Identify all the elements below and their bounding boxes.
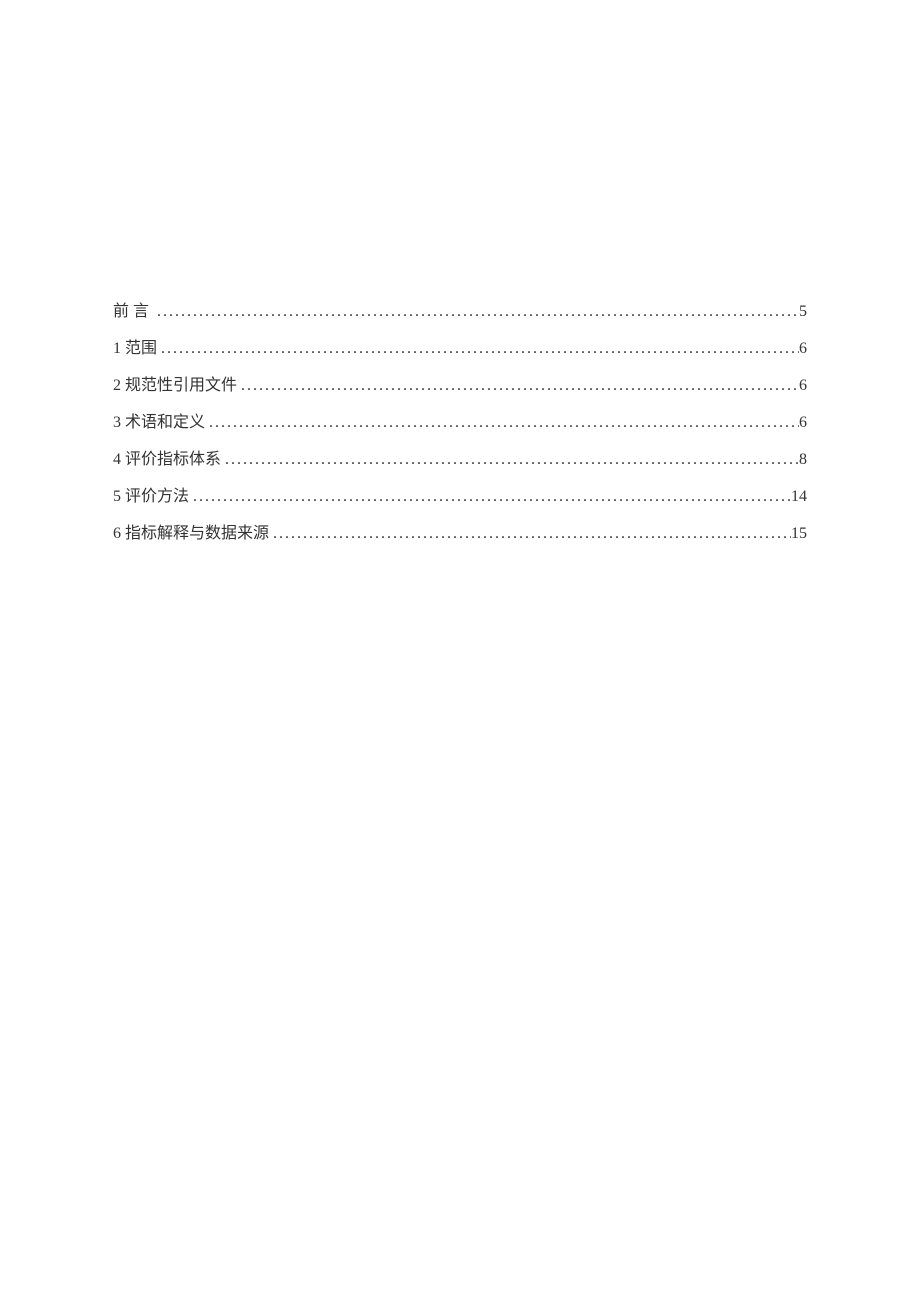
toc-entry-page: 6 bbox=[799, 337, 807, 361]
toc-entry-label: 2 规范性引用文件 bbox=[113, 374, 237, 398]
toc-entry: 6 指标解释与数据来源 15 bbox=[113, 522, 807, 546]
toc-dot-leader bbox=[157, 337, 799, 361]
toc-entry-page: 5 bbox=[799, 300, 807, 324]
toc-dot-leader bbox=[189, 485, 791, 509]
toc-entry-label: 前言 bbox=[113, 300, 153, 324]
toc-entry-label: 4 评价指标体系 bbox=[113, 448, 221, 472]
toc-entry-page: 15 bbox=[791, 522, 807, 546]
toc-entry-page: 6 bbox=[799, 411, 807, 435]
toc-dot-leader bbox=[237, 374, 799, 398]
table-of-contents: 前言 5 1 范围 6 2 规范性引用文件 6 3 术语和定义 6 4 评价指标… bbox=[113, 300, 807, 546]
toc-entry: 前言 5 bbox=[113, 300, 807, 324]
toc-entry: 1 范围 6 bbox=[113, 337, 807, 361]
document-page: 前言 5 1 范围 6 2 规范性引用文件 6 3 术语和定义 6 4 评价指标… bbox=[0, 0, 920, 546]
toc-entry: 3 术语和定义 6 bbox=[113, 411, 807, 435]
toc-entry: 4 评价指标体系 8 bbox=[113, 448, 807, 472]
toc-dot-leader bbox=[221, 448, 799, 472]
toc-entry-page: 8 bbox=[799, 448, 807, 472]
toc-entry: 2 规范性引用文件 6 bbox=[113, 374, 807, 398]
toc-entry-label: 3 术语和定义 bbox=[113, 411, 205, 435]
toc-entry-page: 6 bbox=[799, 374, 807, 398]
toc-entry-page: 14 bbox=[791, 485, 807, 509]
toc-entry-label: 5 评价方法 bbox=[113, 485, 189, 509]
toc-dot-leader bbox=[269, 522, 791, 546]
toc-entry-label: 1 范围 bbox=[113, 337, 157, 361]
toc-dot-leader bbox=[205, 411, 799, 435]
toc-entry: 5 评价方法 14 bbox=[113, 485, 807, 509]
toc-dot-leader bbox=[153, 300, 799, 324]
toc-entry-label: 6 指标解释与数据来源 bbox=[113, 522, 269, 546]
